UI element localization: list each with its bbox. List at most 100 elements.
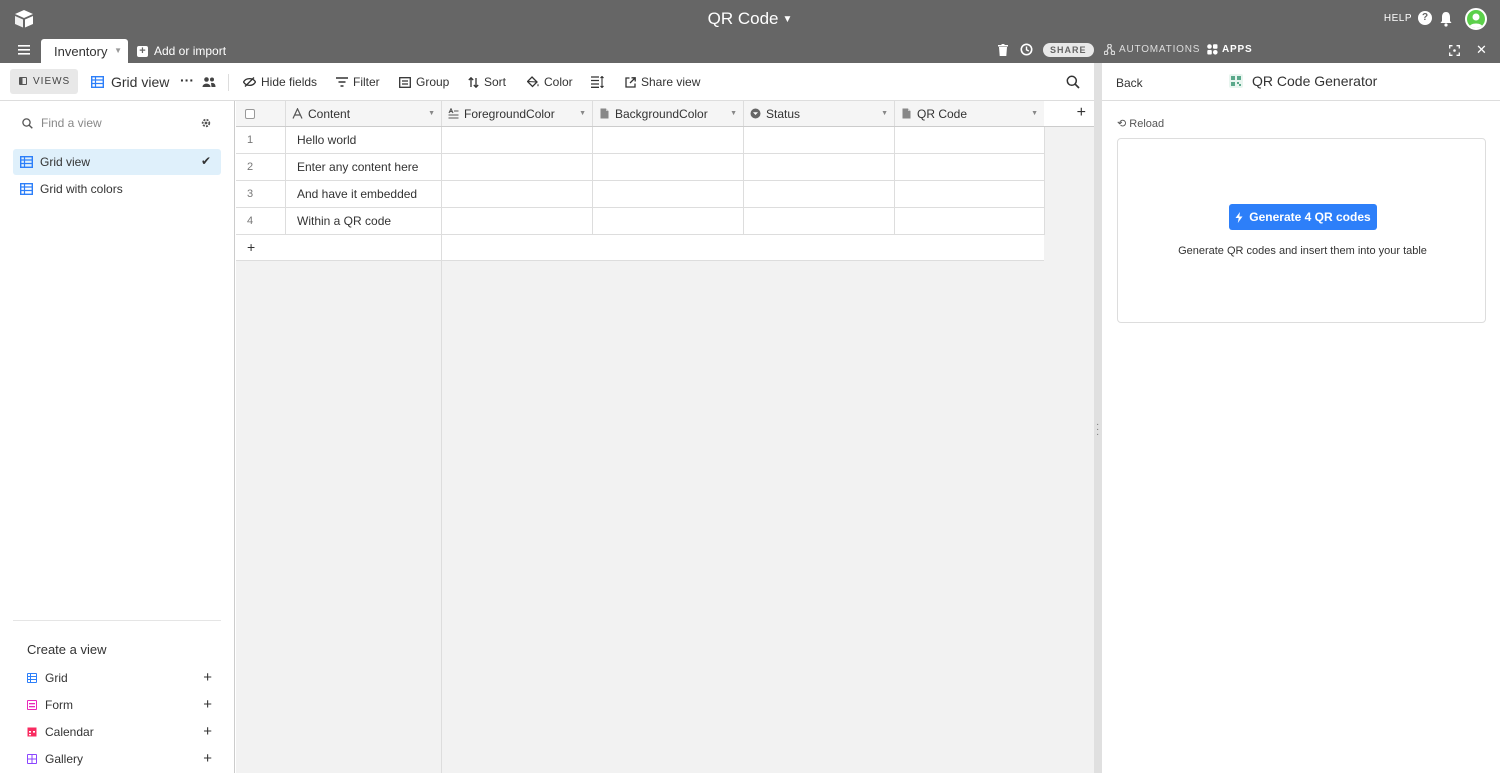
sort-button[interactable]: Sort [468, 75, 506, 89]
plus-icon[interactable]: + [203, 669, 212, 686]
close-icon[interactable]: ✕ [1476, 42, 1487, 58]
create-view-heading: Create a view [27, 642, 107, 657]
chevron-down-icon[interactable]: ▼ [881, 110, 888, 117]
help-link[interactable]: HELP [1384, 13, 1412, 24]
foregroundcolor-cell[interactable] [442, 208, 593, 234]
color-button[interactable]: Color [527, 75, 573, 89]
base-title[interactable]: QR Code ▼ [0, 9, 1500, 29]
foregroundcolor-cell[interactable] [442, 127, 593, 153]
qr-code-cell[interactable] [895, 181, 1045, 207]
status-cell[interactable] [744, 208, 895, 234]
tab-inventory[interactable]: Inventory ▼ [41, 39, 128, 63]
app-card: Generate 4 QR codes Generate QR codes an… [1117, 138, 1486, 323]
chevron-down-icon[interactable]: ▼ [428, 110, 435, 117]
reload-button[interactable]: ⟲ Reload [1117, 117, 1164, 130]
backgroundcolor-cell[interactable] [593, 154, 744, 180]
qr-code-cell[interactable] [895, 154, 1045, 180]
caret-down-icon[interactable]: ▼ [114, 46, 122, 55]
back-button[interactable]: Back [1116, 76, 1143, 90]
more-options-icon[interactable]: ··· [180, 72, 194, 88]
create-item-label: Form [45, 698, 73, 712]
view-item-grid-view[interactable]: Grid view ✔ [13, 149, 221, 175]
create-calendar-view[interactable]: Calendar + [27, 723, 212, 740]
history-icon[interactable] [1020, 43, 1033, 56]
foregroundcolor-cell[interactable] [442, 181, 593, 207]
create-gallery-view[interactable]: Gallery + [27, 750, 212, 767]
paint-bucket-icon [527, 76, 539, 88]
sidebar-divider [13, 620, 221, 621]
share-view-button[interactable]: Share view [625, 75, 700, 89]
plus-icon[interactable]: + [203, 750, 212, 767]
status-cell[interactable] [744, 127, 895, 153]
create-item-label: Calendar [45, 725, 94, 739]
automations-button[interactable]: AUTOMATIONS [1104, 44, 1200, 55]
add-record-row[interactable]: + [236, 235, 1044, 261]
attachment-icon [902, 108, 911, 119]
status-cell[interactable] [744, 154, 895, 180]
apps-button[interactable]: APPS [1207, 44, 1252, 55]
create-grid-view[interactable]: Grid + [27, 669, 212, 686]
grid-area: Content ▼ ForegroundColor ▼ BackgroundColo… [236, 101, 1094, 773]
help-icon[interactable]: ? [1418, 11, 1432, 25]
column-header-foregroundcolor[interactable]: ForegroundColor ▼ [442, 101, 593, 126]
backgroundcolor-cell[interactable] [593, 181, 744, 207]
plus-icon[interactable]: + [203, 723, 212, 740]
content-cell[interactable]: Hello world [286, 127, 442, 153]
qr-code-cell[interactable] [895, 208, 1045, 234]
create-form-view[interactable]: Form + [27, 696, 212, 713]
backgroundcolor-cell[interactable] [593, 208, 744, 234]
panel-resize-handle[interactable]: · · · [1094, 63, 1102, 773]
column-header-status[interactable]: Status ▼ [744, 101, 895, 126]
current-view-switcher[interactable]: Grid view [91, 74, 169, 90]
foregroundcolor-cell[interactable] [442, 154, 593, 180]
row-number: 3 [236, 181, 286, 207]
table-row[interactable]: 3 And have it embedded [236, 181, 1045, 208]
plus-icon: + [1076, 104, 1086, 121]
group-button[interactable]: Group [399, 75, 449, 89]
status-cell[interactable] [744, 181, 895, 207]
chevron-down-icon[interactable]: ▼ [730, 110, 737, 117]
collaborators-icon[interactable] [202, 76, 216, 88]
generate-button-label: Generate 4 QR codes [1249, 210, 1371, 224]
select-all-checkbox[interactable] [245, 108, 255, 119]
gear-icon[interactable] [200, 117, 212, 129]
content-cell[interactable]: Enter any content here [286, 154, 442, 180]
bell-icon[interactable] [1439, 11, 1453, 27]
find-view-search[interactable]: Find a view [22, 116, 102, 130]
search-icon[interactable] [1066, 75, 1080, 89]
views-toggle-button[interactable]: VIEWS [10, 69, 78, 94]
top-bar: QR Code ▼ HELP ? Inventory ▼ + Add or imp… [0, 0, 1500, 63]
add-field-button[interactable]: + [1044, 101, 1094, 127]
column-header-backgroundcolor[interactable]: BackgroundColor ▼ [593, 101, 744, 126]
column-header-qr-code[interactable]: QR Code ▼ [895, 101, 1045, 126]
app-description: Generate QR codes and insert them into y… [1178, 245, 1427, 257]
share-button[interactable]: SHARE [1043, 43, 1094, 57]
view-item-grid-with-colors[interactable]: Grid with colors [13, 176, 221, 202]
generate-qr-codes-button[interactable]: Generate 4 QR codes [1229, 204, 1377, 230]
current-view-label: Grid view [111, 74, 170, 90]
column-header-content[interactable]: Content ▼ [286, 101, 442, 126]
column-header-label: QR Code [917, 106, 968, 121]
filter-icon [336, 77, 348, 87]
row-height-icon[interactable] [591, 76, 604, 88]
fullscreen-icon[interactable] [1449, 45, 1460, 56]
filter-button[interactable]: Filter [336, 75, 380, 89]
share-view-label: Share view [641, 75, 701, 89]
table-row[interactable]: 1 Hello world [236, 127, 1045, 154]
table-row[interactable]: 2 Enter any content here [236, 154, 1045, 181]
content-cell[interactable]: And have it embedded [286, 181, 442, 207]
hide-fields-button[interactable]: Hide fields [243, 75, 317, 89]
hamburger-menu-icon[interactable] [18, 45, 30, 55]
add-or-import-button[interactable]: + Add or import [137, 44, 226, 58]
content-cell[interactable]: Within a QR code [286, 208, 442, 234]
trash-icon[interactable] [998, 44, 1008, 56]
user-avatar[interactable] [1465, 8, 1487, 30]
share-external-icon [625, 76, 636, 88]
chevron-down-icon[interactable]: ▼ [579, 110, 586, 117]
app-title-text: QR Code Generator [1252, 73, 1378, 89]
table-row[interactable]: 4 Within a QR code [236, 208, 1045, 235]
qr-code-cell[interactable] [895, 127, 1045, 153]
backgroundcolor-cell[interactable] [593, 127, 744, 153]
chevron-down-icon[interactable]: ▼ [1031, 110, 1038, 117]
plus-icon[interactable]: + [203, 696, 212, 713]
